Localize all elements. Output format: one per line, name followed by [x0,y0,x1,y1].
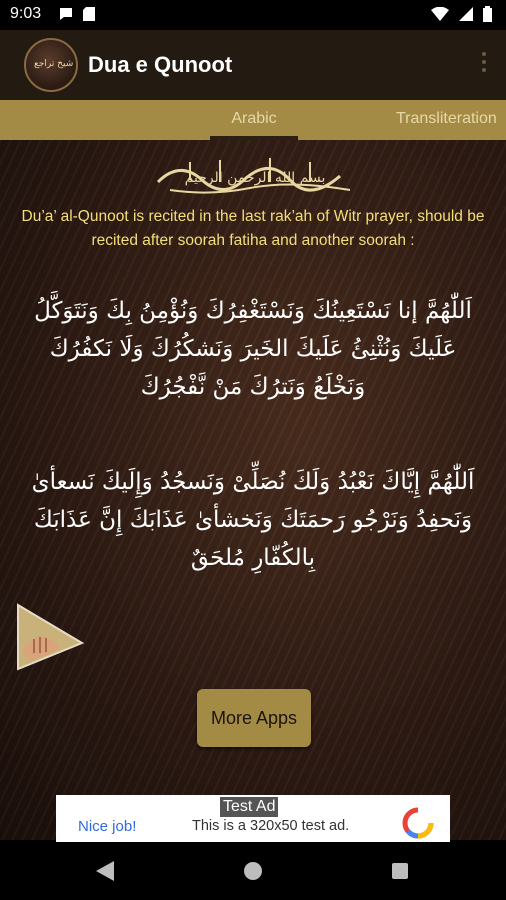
battery-icon [483,6,492,22]
logo-text: شيخ تراجع [34,59,74,69]
status-time: 9:03 [10,5,42,22]
wifi-icon [431,7,449,21]
app-bar: شيخ تراجع Dua e Qunoot [0,30,506,100]
chat-icon [60,8,72,20]
signal-icon [459,7,473,21]
home-icon[interactable] [244,862,262,880]
dua-paragraph-2: اَللّٰهُمَّ إِيَّاكَ نَعْبُدُ وَلَكَ نُص… [31,469,475,571]
tab-transliteration[interactable]: Transliteration [396,110,497,128]
app-logo[interactable]: شيخ تراجع [24,38,78,92]
dua-paragraph-1: اَللّٰهُمَّ إنا نَسْتَعِينُكَ وَنَسْتَغْ… [34,298,472,400]
system-nav-bar [0,842,506,900]
ad-body-text: This is a 320x50 test ad. [192,818,350,834]
content-area: بسم الله الرحمن الرحيم Du’a’ al-Qunoot i… [0,140,506,840]
overflow-menu-icon[interactable] [482,52,486,72]
ad-nice-text: Nice job! [78,818,137,835]
test-ad-label: Test Ad [220,797,279,817]
sd-card-icon [83,7,95,21]
status-bar: 9:03 [0,0,506,30]
ad-logo-icon [402,807,434,839]
tab-bar: Arabic Transliteration [0,100,506,140]
tab-arabic[interactable]: Arabic [210,110,298,128]
notification-icons [58,6,96,22]
back-icon[interactable] [96,861,114,881]
system-icons [431,6,492,22]
recent-apps-icon[interactable] [392,863,408,879]
bismillah-calligraphy: بسم الله الرحمن الرحيم [156,158,351,194]
intro-text: Du’a’ al-Qunoot is recited in the last r… [21,208,485,249]
bismillah-text: بسم الله الرحمن الرحيم [185,170,326,186]
praying-hands-image[interactable] [16,603,84,671]
more-apps-button[interactable]: More Apps [197,689,311,747]
app-title: Dua e Qunoot [88,52,233,77]
